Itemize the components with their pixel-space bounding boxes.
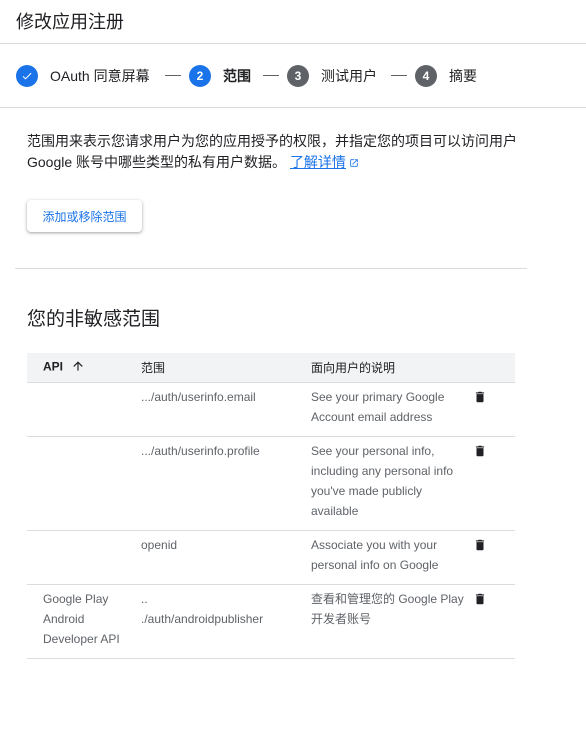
cell-scope: .. ./auth/androidpublisher <box>141 583 311 659</box>
section-title: 您的非敏感范围 <box>27 309 161 330</box>
cell-description: 查看和管理您的 Google Play 开发者账号 <box>311 583 473 659</box>
step-test-users[interactable]: 3 测试用户 <box>287 65 377 87</box>
add-remove-scopes-button[interactable]: 添加或移除范围 <box>27 200 142 232</box>
cell-api <box>27 529 141 584</box>
column-header-api[interactable]: API <box>27 353 141 382</box>
step-separator <box>263 75 279 76</box>
table-row: .../auth/userinfo.profile See your perso… <box>27 435 515 530</box>
page-header: 修改应用注册 <box>0 0 586 44</box>
cell-api: Google Play Android Developer API <box>27 583 141 659</box>
cell-action <box>473 583 515 659</box>
learn-more-link[interactable]: 了解详情 <box>290 154 359 170</box>
step-number: 4 <box>415 65 437 87</box>
trash-icon[interactable] <box>473 592 487 612</box>
cell-action <box>473 381 515 436</box>
step-label: 范围 <box>223 68 251 84</box>
cell-api <box>27 381 141 436</box>
arrow-up-icon[interactable] <box>71 359 85 376</box>
table-row: Google Play Android Developer API .. ./a… <box>27 583 515 659</box>
open-in-new-icon <box>349 153 359 174</box>
cell-action <box>473 435 515 530</box>
table-row: openid Associate you with your personal … <box>27 529 515 584</box>
trash-icon[interactable] <box>473 390 487 410</box>
step-oauth-consent[interactable]: OAuth 同意屏幕 <box>16 65 150 87</box>
cell-description: Associate you with your personal info on… <box>311 529 473 584</box>
cell-api <box>27 435 141 530</box>
page-title: 修改应用注册 <box>16 12 124 32</box>
cell-action <box>473 529 515 584</box>
step-label: 摘要 <box>449 68 477 84</box>
column-header-actions <box>473 353 515 382</box>
step-scopes[interactable]: 2 范围 <box>189 65 251 87</box>
cell-scope: openid <box>141 529 311 584</box>
description-text: 范围用来表示您请求用户为您的应用授予的权限，并指定您的项目可以访问用户 Goog… <box>27 133 517 170</box>
column-header-scope: 范围 <box>141 360 166 375</box>
cell-description: See your primary Google Account email ad… <box>311 381 473 436</box>
step-separator <box>165 75 181 76</box>
step-label: 测试用户 <box>321 68 377 84</box>
step-separator <box>391 75 407 76</box>
step-label: OAuth 同意屏幕 <box>50 68 150 84</box>
scopes-description: 范围用来表示您请求用户为您的应用授予的权限，并指定您的项目可以访问用户 Goog… <box>27 131 527 174</box>
step-number: 2 <box>189 65 211 87</box>
step-summary[interactable]: 4 摘要 <box>415 65 477 87</box>
step-number: 3 <box>287 65 309 87</box>
cell-description: See your personal info, including any pe… <box>311 435 473 530</box>
column-header-description: 面向用户的说明 <box>311 360 396 375</box>
cell-scope: .../auth/userinfo.profile <box>141 435 311 530</box>
divider <box>15 268 527 269</box>
check-icon <box>16 65 38 87</box>
scopes-table: API 范围 面向用户的说明 .../auth/userinfo.email S… <box>27 353 515 659</box>
stepper: OAuth 同意屏幕 2 范围 3 测试用户 4 摘要 <box>0 44 586 108</box>
trash-icon[interactable] <box>473 538 487 558</box>
cell-scope: .../auth/userinfo.email <box>141 381 311 436</box>
table-row: .../auth/userinfo.email See your primary… <box>27 381 515 436</box>
trash-icon[interactable] <box>473 444 487 464</box>
table-header-row: API 范围 面向用户的说明 <box>27 353 515 382</box>
